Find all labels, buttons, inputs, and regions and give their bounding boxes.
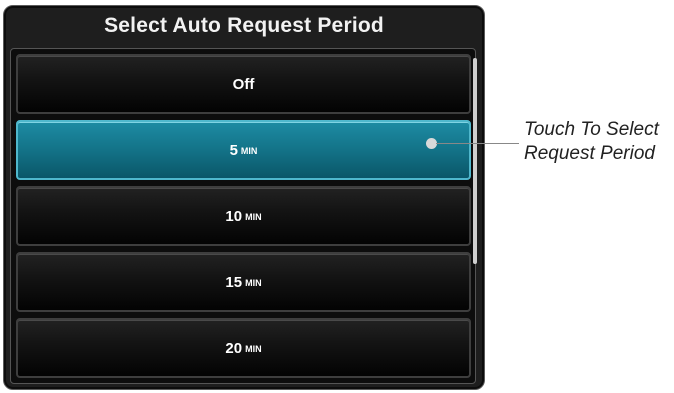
option-unit: MIN bbox=[245, 212, 262, 222]
callout-line-1: Touch To Select bbox=[524, 119, 659, 140]
option-value: 5 bbox=[229, 141, 238, 159]
option-15-min-button[interactable]: 15 MIN bbox=[16, 252, 471, 312]
option-unit: MIN bbox=[240, 146, 258, 156]
dialog-title: Select Auto Request Period bbox=[104, 14, 384, 37]
option-unit: MIN bbox=[245, 344, 262, 354]
option-value: Off bbox=[232, 75, 255, 93]
option-value: 10 bbox=[225, 207, 243, 225]
callout-leader-line bbox=[436, 143, 519, 144]
callout-annotation: Touch To Select Request Period bbox=[524, 118, 659, 166]
option-5-min-button[interactable]: 5 MIN bbox=[16, 120, 471, 180]
option-value: 20 bbox=[225, 339, 243, 357]
list-scrollbar[interactable] bbox=[473, 58, 477, 264]
option-value: 15 bbox=[225, 273, 243, 291]
callout-line-2: Request Period bbox=[524, 143, 655, 164]
option-off-button[interactable]: Off bbox=[16, 54, 471, 114]
request-period-dialog: Select Auto Request Period Off 5 MIN 10 … bbox=[3, 5, 485, 390]
option-unit: MIN bbox=[245, 278, 262, 288]
option-20-min-button[interactable]: 20 MIN bbox=[16, 318, 471, 378]
option-10-min-button[interactable]: 10 MIN bbox=[16, 186, 471, 246]
